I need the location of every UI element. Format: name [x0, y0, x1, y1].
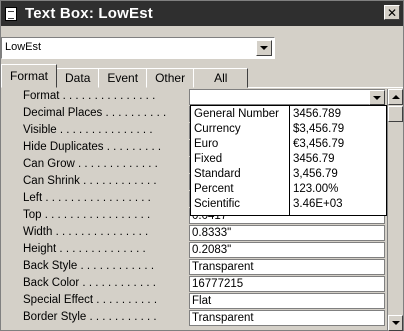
property-label: Border Style . . . . . . . . . . . [23, 311, 157, 323]
format-dropdown-list: General Number 3456.789 Currency $3,456.… [190, 105, 387, 216]
tab-format[interactable]: Format [1, 64, 58, 88]
property-label: Can Shrink . . . . . . . . . . . . [23, 175, 157, 187]
property-label: Visible . . . . . . . . . . . . . . . [23, 124, 153, 136]
chevron-up-icon [391, 95, 400, 99]
property-label: Width . . . . . . . . . . . . . . . [23, 226, 149, 238]
object-selector-dropdown-button[interactable] [256, 40, 272, 56]
property-value-height[interactable]: 0.2083" [189, 242, 385, 258]
scroll-up-button[interactable] [388, 89, 403, 105]
format-option-sample: $3,456.79 [293, 123, 345, 135]
property-sheet-icon [4, 6, 20, 22]
property-label: Left . . . . . . . . . . . . . . . . . [23, 192, 151, 204]
chevron-down-icon [260, 46, 268, 50]
format-option-euro[interactable]: Euro €3,456.79 [191, 138, 386, 153]
tab-other[interactable]: Other [146, 68, 195, 88]
format-option-fixed[interactable]: Fixed 3456.79 [191, 153, 386, 168]
format-option-name: Fixed [194, 153, 223, 165]
property-value-special-effect[interactable]: Flat [189, 293, 385, 309]
chevron-down-icon [373, 95, 381, 100]
tab-event[interactable]: Event [98, 68, 148, 88]
tab-strip: Format Data Event Other All [1, 64, 249, 88]
property-row-width[interactable]: Width . . . . . . . . . . . . . . . 0.83… [1, 225, 385, 242]
format-dropdown-button[interactable] [369, 90, 385, 105]
format-option-sample: €3,456.79 [293, 138, 345, 150]
format-option-sample: 123.00% [293, 183, 339, 195]
format-option-general-number[interactable]: General Number 3456.789 [191, 108, 386, 123]
property-value-border-style[interactable]: Transparent [189, 310, 385, 326]
format-option-name: Percent [194, 183, 234, 195]
format-option-name: Scientific [194, 198, 241, 210]
property-label: Can Grow . . . . . . . . . . . . . [23, 158, 158, 170]
format-option-name: Standard [194, 168, 241, 180]
property-row-border-style[interactable]: Border Style . . . . . . . . . . . Trans… [1, 310, 385, 327]
chevron-down-icon [391, 321, 400, 325]
tab-data[interactable]: Data [56, 68, 100, 88]
property-row-format[interactable]: Format . . . . . . . . . . . . . . . [1, 89, 385, 106]
tab-all[interactable]: All [193, 68, 249, 88]
window-title: Text Box: LowEst [25, 5, 153, 22]
vertical-scrollbar[interactable] [387, 89, 403, 331]
format-option-sample: 3,456.79 [293, 168, 338, 180]
property-label: Back Color . . . . . . . . . . . . [23, 277, 156, 289]
format-option-percent[interactable]: Percent 123.00% [191, 183, 386, 198]
property-label: Hide Duplicates . . . . . . . . . [23, 141, 162, 153]
format-option-name: Euro [194, 138, 219, 150]
format-option-name: Currency [194, 123, 241, 135]
property-label: Top . . . . . . . . . . . . . . . . . [23, 209, 151, 221]
property-value-format[interactable] [189, 89, 385, 105]
property-value-back-color[interactable]: 16777215 [189, 276, 385, 292]
property-label: Special Effect . . . . . . . . . . [23, 294, 158, 306]
title-bar[interactable]: Text Box: LowEst ✕ [1, 1, 403, 26]
property-row-back-style[interactable]: Back Style . . . . . . . . . . . . Trans… [1, 259, 385, 276]
property-value-width[interactable]: 0.8333" [189, 225, 385, 241]
scroll-down-button[interactable] [388, 315, 403, 331]
object-selector[interactable]: LowEst [1, 37, 275, 59]
property-row-back-color[interactable]: Back Color . . . . . . . . . . . . 16777… [1, 276, 385, 293]
property-value-back-style[interactable]: Transparent [189, 259, 385, 275]
close-button[interactable]: ✕ [384, 5, 400, 20]
property-sheet-window: Text Box: LowEst ✕ LowEst Format Data Ev… [0, 0, 404, 331]
format-option-standard[interactable]: Standard 3,456.79 [191, 168, 386, 183]
scroll-thumb[interactable] [388, 106, 403, 122]
object-selector-value: LowEst [5, 41, 42, 53]
property-label: Back Style . . . . . . . . . . . . [23, 260, 155, 272]
property-row-height[interactable]: Height . . . . . . . . . . . . . . 0.208… [1, 242, 385, 259]
property-label: Height . . . . . . . . . . . . . . [23, 243, 146, 255]
format-option-sample: 3.46E+03 [293, 198, 343, 210]
property-row-special-effect[interactable]: Special Effect . . . . . . . . . . Flat [1, 293, 385, 310]
format-option-sample: 3456.79 [293, 153, 335, 165]
format-option-scientific[interactable]: Scientific 3.46E+03 [191, 198, 386, 213]
property-label: Decimal Places . . . . . . . . . . [23, 107, 167, 119]
property-label: Format . . . . . . . . . . . . . . . [23, 90, 156, 102]
format-option-sample: 3456.789 [293, 108, 341, 120]
format-option-name: General Number [194, 108, 280, 120]
format-option-currency[interactable]: Currency $3,456.79 [191, 123, 386, 138]
